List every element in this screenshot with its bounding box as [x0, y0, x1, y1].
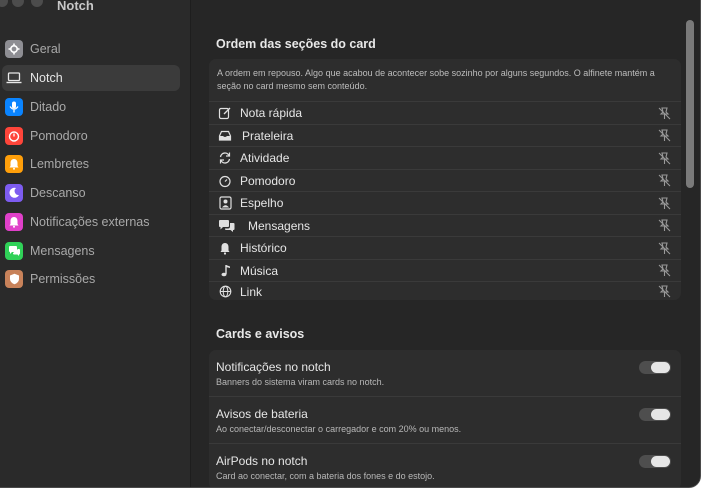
setting-subtitle: Banners do sistema viram cards no notch.	[216, 377, 385, 387]
timer-icon	[5, 127, 23, 145]
sidebar-item-ditado[interactable]: Ditado	[2, 94, 180, 120]
airpods-toggle[interactable]	[639, 455, 671, 468]
sidebar-item-label: Permissões	[30, 272, 96, 286]
pin-toggle-icon[interactable]	[657, 241, 671, 255]
sidebar-item-notificacoes-externas[interactable]: Notificações externas	[2, 209, 180, 235]
section-row-label: Histórico	[240, 241, 287, 255]
section-row-label: Nota rápida	[240, 106, 303, 120]
music-note-icon	[217, 263, 233, 279]
tray-icon	[217, 128, 233, 144]
setting-avisos-de-bateria: Avisos de bateria Ao conectar/desconecta…	[209, 396, 681, 443]
section-row-label: Prateleira	[242, 128, 294, 143]
minimize-window-button[interactable]	[12, 0, 24, 7]
section-row-prateleira[interactable]: Prateleira	[209, 123, 681, 147]
sidebar: Notch Geral Notch Ditado Pomodoro Lembre…	[0, 0, 191, 487]
bateria-toggle[interactable]	[639, 408, 671, 421]
globe-icon	[217, 284, 233, 300]
shield-icon	[5, 270, 23, 288]
toggle-knob	[651, 362, 670, 373]
sidebar-item-notch[interactable]: Notch	[2, 65, 180, 91]
pin-toggle-icon[interactable]	[657, 219, 671, 233]
settings-window: Notch Geral Notch Ditado Pomodoro Lembre…	[0, 0, 701, 488]
setting-airpods-no-notch: AirPods no notch Card ao conectar, com a…	[209, 443, 681, 487]
setting-subtitle: Card ao conectar, com a bateria dos fone…	[216, 471, 435, 481]
pin-toggle-icon[interactable]	[657, 285, 671, 299]
sidebar-item-geral[interactable]: Geral	[2, 36, 180, 62]
close-window-button[interactable]	[0, 0, 8, 7]
section-title-order: Ordem das seções do card	[216, 37, 376, 51]
pin-toggle-icon[interactable]	[657, 151, 671, 165]
sidebar-item-label: Pomodoro	[30, 129, 88, 143]
toggle-knob	[651, 409, 670, 420]
pin-toggle-icon[interactable]	[657, 129, 671, 143]
laptop-icon	[5, 69, 23, 87]
bell-badge-icon	[5, 213, 23, 231]
section-row-mensagens[interactable]: Mensagens	[209, 213, 681, 237]
notificacoes-toggle[interactable]	[639, 361, 671, 374]
chat-bubbles-icon	[217, 218, 237, 234]
sidebar-item-label: Mensagens	[30, 244, 95, 258]
setting-title: Notificações no notch	[216, 360, 331, 374]
pin-toggle-icon[interactable]	[657, 196, 671, 210]
toggle-knob	[651, 456, 670, 467]
section-row-label: Atividade	[240, 151, 290, 165]
sidebar-item-pomodoro[interactable]: Pomodoro	[2, 123, 180, 149]
section-row-musica[interactable]: Música	[209, 258, 681, 282]
sidebar-item-label: Descanso	[30, 186, 86, 200]
vertical-scrollbar[interactable]	[686, 20, 694, 188]
sidebar-item-label: Lembretes	[30, 157, 90, 171]
cards-settings-panel: Notificações no notch Banners do sistema…	[209, 350, 681, 487]
section-title-cards: Cards e avisos	[216, 327, 305, 341]
section-row-pomodoro[interactable]: Pomodoro	[209, 168, 681, 192]
timer-icon	[217, 173, 233, 189]
chat-icon	[5, 242, 23, 260]
section-row-historico[interactable]: Histórico	[209, 236, 681, 259]
setting-title: Avisos de bateria	[216, 407, 308, 421]
gear-icon	[5, 40, 23, 58]
section-row-link[interactable]: Link	[209, 281, 681, 301]
pin-toggle-icon[interactable]	[657, 174, 671, 188]
section-row-label: Pomodoro	[240, 173, 296, 188]
sidebar-item-label: Notificações externas	[30, 215, 150, 229]
sidebar-item-label: Ditado	[30, 100, 67, 114]
section-row-label: Espelho	[240, 196, 284, 210]
section-row-espelho[interactable]: Espelho	[209, 191, 681, 214]
bell-icon	[5, 155, 23, 173]
section-row-label: Link	[240, 284, 263, 299]
pin-toggle-icon[interactable]	[657, 264, 671, 278]
sync-icon	[217, 150, 233, 166]
setting-notificacoes-no-notch: Notificações no notch Banners do sistema…	[209, 350, 681, 396]
setting-title: AirPods no notch	[216, 454, 308, 468]
zoom-window-button[interactable]	[31, 0, 43, 7]
section-row-label: Mensagens	[248, 218, 311, 233]
section-order-panel: A ordem em repouso. Algo que acabou de a…	[209, 59, 681, 300]
section-row-label: Música	[240, 263, 279, 278]
moon-icon	[5, 184, 23, 202]
section-row-atividade[interactable]: Atividade	[209, 146, 681, 169]
sidebar-item-mensagens[interactable]: Mensagens	[2, 238, 180, 264]
person-frame-icon	[217, 195, 233, 211]
bell-icon	[217, 240, 233, 256]
main-content: Ordem das seções do card A ordem em repo…	[191, 0, 700, 487]
sidebar-item-label: Geral	[30, 42, 61, 56]
microphone-icon	[5, 98, 23, 116]
section-row-nota-rapida[interactable]: Nota rápida	[209, 101, 681, 124]
sidebar-item-lembretes[interactable]: Lembretes	[2, 151, 180, 177]
sidebar-item-descanso[interactable]: Descanso	[2, 180, 180, 206]
section-order-description: A ordem em repouso. Algo que acabou de a…	[217, 68, 655, 91]
pin-toggle-icon[interactable]	[657, 106, 671, 120]
note-edit-icon	[217, 105, 233, 121]
window-title: Notch	[57, 0, 94, 13]
sidebar-item-label: Notch	[30, 71, 63, 85]
setting-subtitle: Ao conectar/desconectar o carregador e c…	[216, 424, 462, 434]
sidebar-item-permissoes[interactable]: Permissões	[2, 266, 180, 292]
